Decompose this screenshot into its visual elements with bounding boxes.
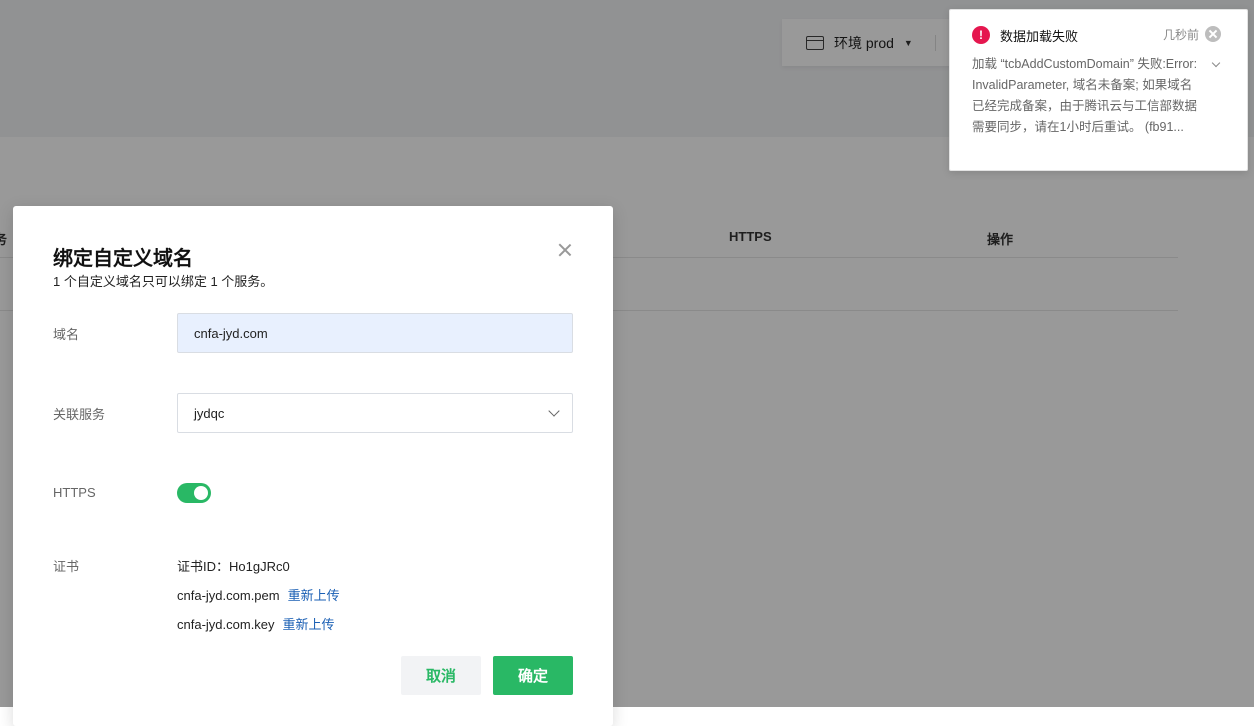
cert-pem-row: cnfa-jyd.com.pem 重新上传 (177, 585, 340, 604)
cert-pem-filename: cnfa-jyd.com.pem (177, 588, 280, 603)
cert-key-filename: cnfa-jyd.com.key (177, 617, 275, 632)
cert-id: 证书ID：Ho1gJRc0 (177, 559, 290, 574)
reupload-pem-link[interactable]: 重新上传 (288, 588, 340, 603)
https-label: HTTPS (53, 485, 96, 500)
close-icon[interactable] (556, 241, 574, 259)
chevron-down-icon[interactable] (1211, 58, 1221, 68)
bind-domain-dialog: 绑定自定义域名 1 个自定义域名只可以绑定 1 个服务。 域名 关联服务 jyd… (13, 206, 613, 726)
service-label: 关联服务 (53, 407, 106, 422)
cert-key-row: cnfa-jyd.com.key 重新上传 (177, 614, 335, 633)
https-toggle[interactable] (177, 483, 211, 503)
notification-title: 数据加载失败 (1000, 29, 1079, 44)
error-icon: ! (972, 26, 990, 44)
error-notification: ! 数据加载失败 几秒前 加载 “tcbAddCustomDomain” 失败:… (949, 9, 1248, 171)
confirm-button[interactable]: 确定 (493, 656, 573, 695)
service-select[interactable]: jydqc (177, 393, 573, 433)
dialog-subtitle: 1 个自定义域名只可以绑定 1 个服务。 (53, 274, 274, 289)
cancel-button[interactable]: 取消 (401, 656, 481, 695)
close-icon[interactable] (1205, 26, 1221, 42)
domain-input[interactable] (177, 313, 573, 353)
chevron-down-icon (548, 405, 560, 417)
cert-label: 证书 (53, 559, 80, 574)
notification-time: 几秒前 (1163, 28, 1200, 42)
dialog-title: 绑定自定义域名 (53, 248, 193, 270)
toggle-knob (194, 486, 208, 500)
domain-label: 域名 (53, 327, 80, 342)
service-selected-value: jydqc (194, 405, 225, 421)
notification-body: 加载 “tcbAddCustomDomain” 失败:Error: Invali… (972, 57, 1198, 134)
reupload-key-link[interactable]: 重新上传 (283, 617, 335, 632)
